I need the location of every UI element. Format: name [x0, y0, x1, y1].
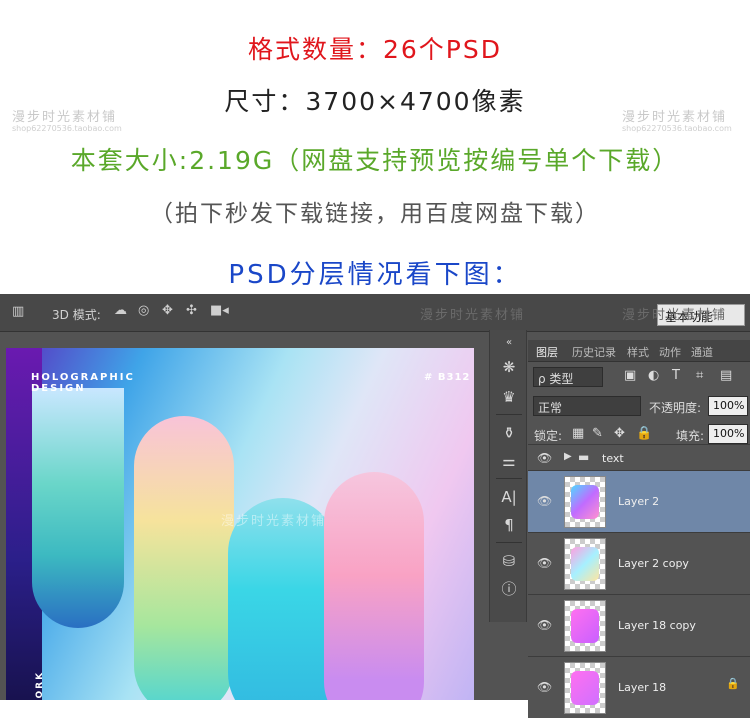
blend-mode-select[interactable]: 正常 [533, 396, 641, 416]
fill-input[interactable]: 100% [708, 424, 748, 444]
dock-divider [496, 414, 522, 415]
roll-3d-icon[interactable]: ◎ [138, 303, 149, 318]
layer-row[interactable]: 👁 Layer 18 copy [528, 594, 750, 656]
tool-presets-icon[interactable]: ⛁ [490, 550, 528, 572]
layer-thumbnail [564, 538, 606, 590]
lock-position-icon[interactable]: ✥ [614, 426, 625, 441]
watermark-url: shop62270536.taobao.com [12, 124, 122, 133]
eye-icon[interactable]: 👁 [537, 494, 552, 508]
layer-row[interactable]: 👁 Layer 2 copy [528, 532, 750, 594]
mode-3d-label: 3D 模式: [52, 308, 101, 322]
lock-all-icon[interactable]: 🔒 [636, 426, 652, 441]
opacity-input[interactable]: 100% [708, 396, 748, 416]
canvas-code: # B312 [424, 372, 471, 383]
layer-name: Layer 18 [618, 681, 667, 694]
promo-header: 格式数量：26个PSD 尺寸：3700×4700像素 本套大小:2.19G（网盘… [0, 0, 750, 294]
watermark: 漫步时光素材铺 [221, 514, 327, 529]
opacity-label: 不透明度: [649, 401, 702, 415]
eye-icon[interactable]: 👁 [537, 556, 552, 570]
layer-filter-select[interactable]: ρ 类型 [533, 367, 603, 387]
layer-row[interactable]: 👁 Layer 18 🔒 [528, 656, 750, 718]
tab-layers[interactable]: 图层 [536, 344, 558, 360]
adjustments-icon[interactable]: ⚌ [490, 450, 528, 472]
pan-3d-icon[interactable]: ✥ [162, 303, 173, 318]
lock-transparent-icon[interactable]: ▦ [572, 426, 584, 441]
psd-layers-heading: PSD分层情况看下图： [228, 260, 522, 290]
layer-name: text [602, 452, 624, 465]
layer-name: Layer 18 copy [618, 619, 696, 632]
canvas-title: HOLOGRAPHIC DESIGN [31, 372, 135, 394]
layer-name: Layer 2 copy [618, 557, 689, 570]
folder-icon: ▬ [578, 450, 590, 464]
layer-name: Layer 2 [618, 495, 660, 508]
layer-thumbnail [564, 600, 606, 652]
watermark: 漫步时光素材铺 [12, 110, 118, 125]
dock-divider [496, 478, 522, 479]
watermark: 漫步时光素材铺 [622, 110, 728, 125]
orbit-3d-icon[interactable]: ☁ [114, 303, 127, 318]
format-count-text: 格式数量：26个PSD [247, 35, 502, 64]
scale-3d-icon[interactable]: ■◂ [210, 303, 229, 318]
filter-image-icon[interactable]: ▣ [624, 368, 636, 383]
brush-preset-icon[interactable]: ⚱ [490, 422, 528, 444]
dock-divider [496, 542, 522, 543]
watermark-url: shop62270536.taobao.com [622, 124, 732, 133]
filter-shape-icon[interactable]: ⌗ [696, 368, 703, 383]
tab-history[interactable]: 历史记录 [572, 344, 616, 360]
panel-tabs: 图层 历史记录 样式 动作 通道 [528, 340, 750, 362]
eye-icon[interactable]: 👁 [537, 680, 552, 694]
layer-group-text[interactable]: 👁 ▶ ▬ text [528, 444, 750, 470]
panel-dock: « ❋ ♛ ⚱ ⚌ A| ¶ ⛁ ⓘ [489, 330, 527, 622]
canvas-vertical-text: FIREWORK [35, 671, 45, 700]
filter-adjust-icon[interactable]: ◐ [648, 368, 659, 383]
tab-channels[interactable]: 通道 [691, 344, 713, 360]
character-icon[interactable]: A| [490, 486, 528, 508]
photoshop-window: ▥ 3D 模式: ☁ ◎ ✥ ✣ ■◂ 基本功能 HOLOGRAPHIC DES… [0, 294, 750, 718]
layers-panel: 图层 历史记录 样式 动作 通道 ρ 类型 ▣ ◐ T ⌗ ▤ 正常 不透明度:… [528, 340, 750, 718]
eye-icon[interactable]: 👁 [537, 451, 552, 465]
panel-toggle-icon[interactable]: ▥ [12, 304, 24, 319]
holo-shape [134, 416, 234, 700]
tab-actions[interactable]: 动作 [659, 344, 681, 360]
histogram-icon[interactable]: ♛ [490, 386, 528, 408]
filter-type-icon[interactable]: T [672, 368, 680, 383]
layer-thumbnail [564, 662, 606, 714]
download-note-text: （拍下秒发下载链接，用百度网盘下载） [150, 201, 600, 227]
navigator-icon[interactable]: ❋ [490, 356, 528, 378]
filter-smart-icon[interactable]: ▤ [720, 368, 732, 383]
fill-label: 填充: [676, 429, 705, 443]
eye-icon[interactable]: 👁 [537, 618, 552, 632]
layer-row[interactable]: 👁 Layer 2 [528, 470, 750, 532]
expand-arrow-icon[interactable]: ▶ [564, 451, 572, 462]
lock-label: 锁定: [534, 429, 563, 443]
document-canvas[interactable]: HOLOGRAPHIC DESIGN # B312 FIREWORK 漫步时光素… [6, 348, 474, 700]
lock-icon: 🔒 [726, 677, 740, 690]
collapse-dock-icon[interactable]: « [490, 332, 528, 354]
tab-styles[interactable]: 样式 [627, 344, 649, 360]
layer-thumbnail [564, 476, 606, 528]
watermark: 漫步时光素材铺 [420, 308, 526, 323]
lock-pixels-icon[interactable]: ✎ [592, 426, 603, 441]
package-size-text: 本套大小:2.19G（网盘支持预览按编号单个下载） [70, 146, 680, 175]
info-icon[interactable]: ⓘ [490, 578, 528, 600]
slide-3d-icon[interactable]: ✣ [186, 303, 197, 318]
paragraph-icon[interactable]: ¶ [490, 514, 528, 536]
holo-shape [324, 472, 424, 700]
watermark: 漫步时光素材铺 [622, 308, 728, 323]
holo-shape [32, 388, 124, 628]
